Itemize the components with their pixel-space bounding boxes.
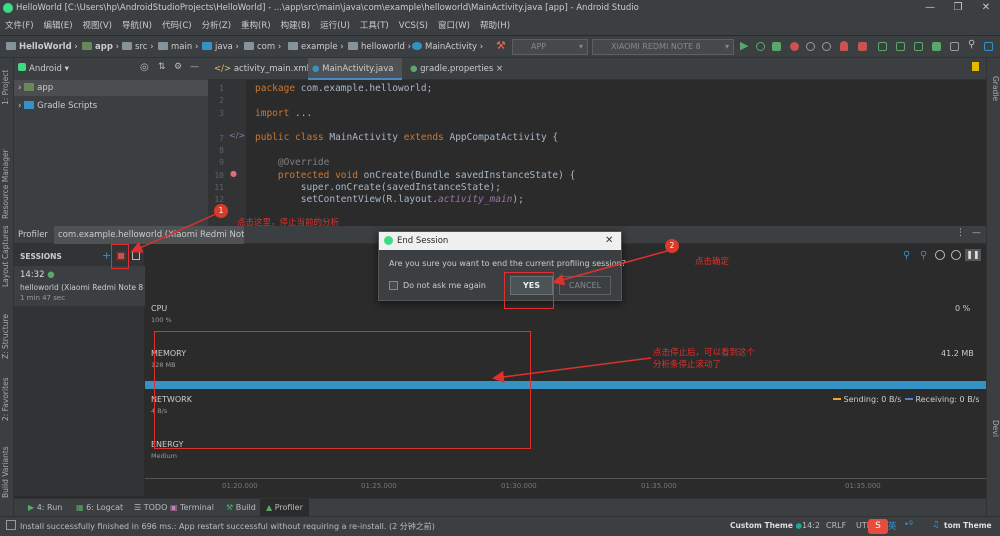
arrow-1: [130, 213, 217, 253]
arrow-2: [552, 250, 668, 286]
arrow-3: [492, 357, 652, 383]
annotation-arrows: [130, 213, 668, 383]
